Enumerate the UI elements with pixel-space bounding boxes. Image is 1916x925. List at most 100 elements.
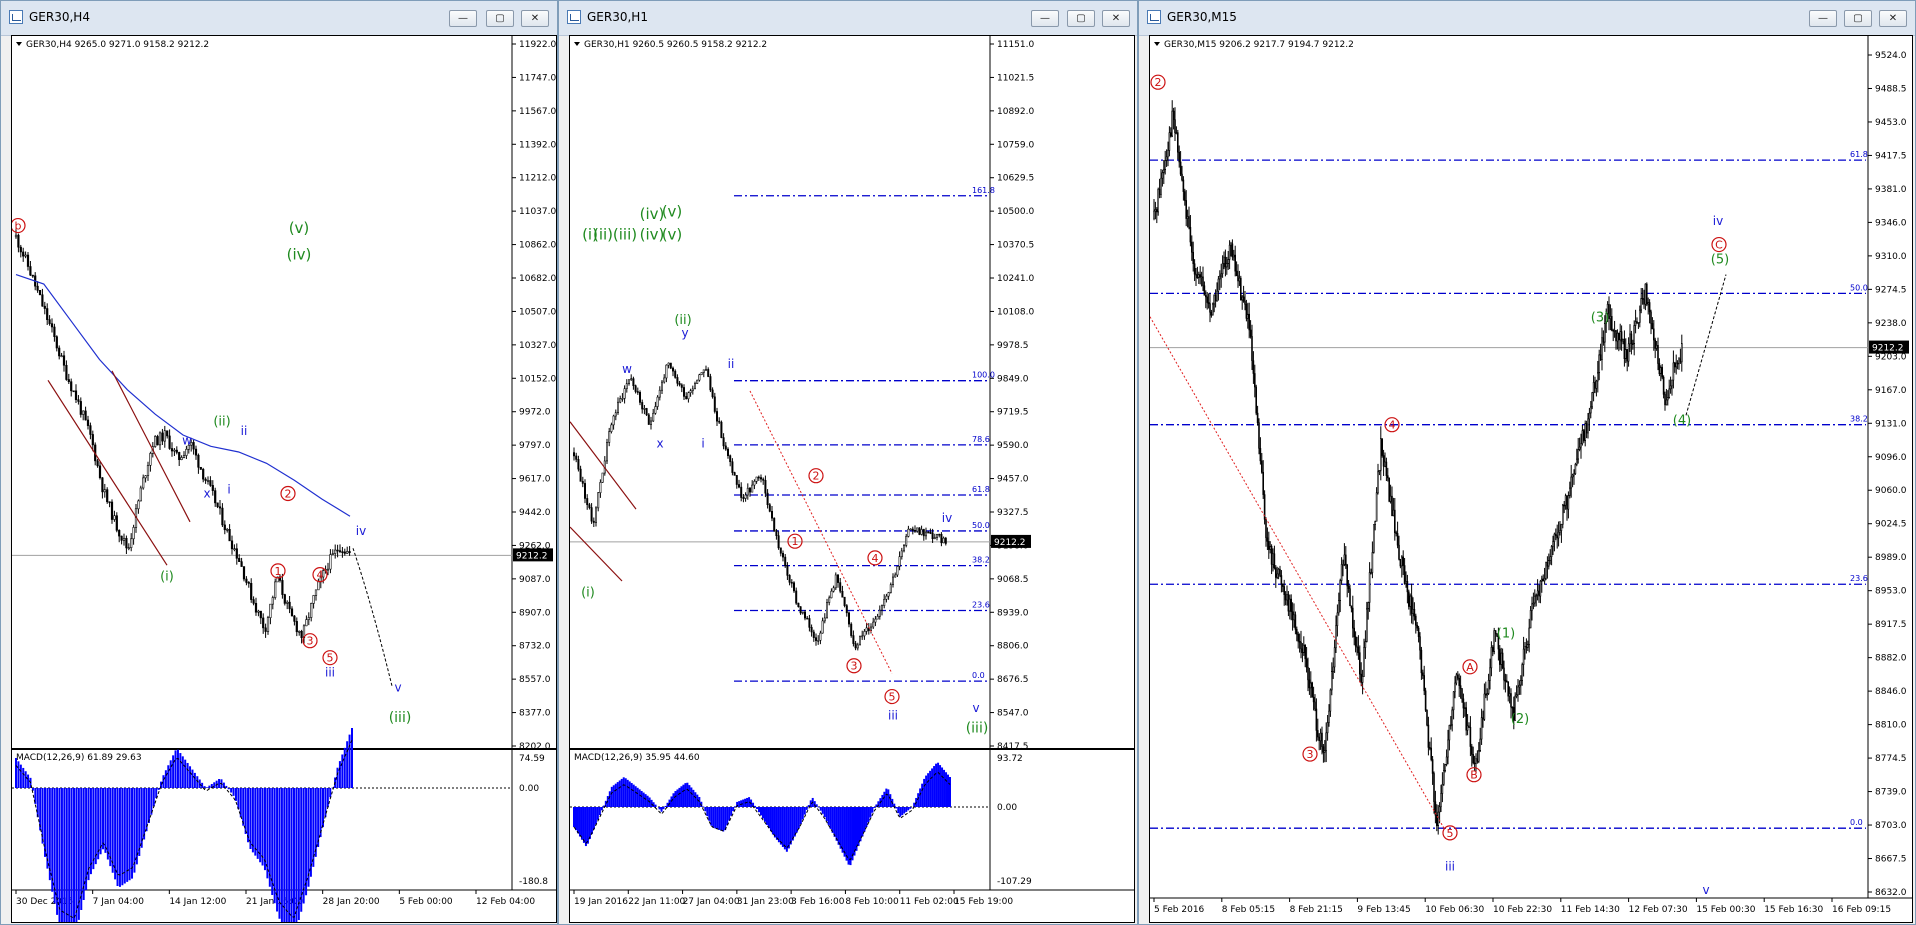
candle-body <box>1650 311 1652 324</box>
candle-body <box>1617 332 1620 341</box>
wave-label-v-top: (v) <box>662 202 683 220</box>
wave-label-v-blue: v <box>1702 883 1709 897</box>
candle-body <box>1370 572 1372 574</box>
maximize-button[interactable]: ▢ <box>1844 10 1872 27</box>
candle-body <box>1519 680 1522 686</box>
candle-body <box>1153 210 1155 219</box>
candle-body <box>166 430 169 437</box>
price-tick-label: 8667.5 <box>1875 855 1907 865</box>
close-button[interactable]: ✕ <box>1102 10 1130 27</box>
chart-header-text: GER30,H4 9265.0 9271.0 9158.2 9212.2 <box>26 40 209 50</box>
candle-body <box>718 420 721 423</box>
candle-body <box>1594 382 1596 389</box>
maximize-button[interactable]: ▢ <box>486 10 514 27</box>
candle-body <box>1634 321 1637 326</box>
candle-body <box>1424 690 1427 711</box>
price-chart-h1[interactable]: GER30,H1 9260.5 9260.5 9158.2 9212.2 1115… <box>569 35 1135 923</box>
candle-body <box>1307 667 1309 681</box>
candle-body <box>905 536 908 546</box>
candle-body <box>1419 636 1421 651</box>
candle-body <box>672 367 675 372</box>
candle-body <box>1560 524 1563 531</box>
time-tick-label: 5 Feb 00:00 <box>399 897 453 907</box>
price-tick-label: 9238.0 <box>1875 319 1907 329</box>
chart-window-m15[interactable]: GER30,M15 — ▢ ✕ GER30,M15 9206.2 9217.7 … <box>1138 0 1916 925</box>
candle-body <box>1270 546 1273 565</box>
candle-body <box>1470 746 1473 755</box>
candle-body <box>727 448 730 456</box>
candle-body <box>1163 169 1165 174</box>
candle-body <box>1609 316 1612 319</box>
candle-body <box>1364 641 1367 648</box>
candle-body <box>228 529 231 542</box>
candle-body <box>1381 438 1383 456</box>
window-titlebar[interactable]: GER30,H4 — ▢ ✕ <box>1 1 557 36</box>
wave-label-i-blue: i <box>701 436 704 450</box>
candle-body <box>101 477 104 493</box>
candle-body <box>1542 578 1545 582</box>
chart-canvas-m15[interactable]: GER30,M15 9206.2 9217.7 9194.7 9212.2 952… <box>1150 36 1912 922</box>
candle-body <box>1602 337 1605 343</box>
candle-body <box>1595 380 1598 389</box>
candle-body <box>1176 132 1179 153</box>
candle-body <box>702 369 705 373</box>
fib-level-label: 50.0 <box>1850 283 1868 292</box>
candle-body <box>1652 328 1655 341</box>
candle-body <box>1289 598 1291 612</box>
candle-body <box>683 387 686 397</box>
candle-body <box>91 434 94 446</box>
collapse-triangle-icon <box>574 42 580 46</box>
close-button[interactable]: ✕ <box>521 10 549 27</box>
candle-body <box>1219 275 1221 280</box>
candle-body <box>55 336 58 349</box>
candle-body <box>1645 283 1648 305</box>
candle-body <box>14 234 18 238</box>
candle-body <box>1178 151 1181 163</box>
price-tick-label: 8806.0 <box>997 642 1029 652</box>
candle-body <box>312 595 315 604</box>
minimize-button[interactable]: — <box>1809 10 1837 27</box>
price-chart-m15[interactable]: GER30,M15 9206.2 9217.7 9194.7 9212.2 952… <box>1149 35 1913 923</box>
chart-canvas-h1[interactable]: GER30,H1 9260.5 9260.5 9158.2 9212.2 1115… <box>570 36 1134 922</box>
candle-body <box>206 480 210 482</box>
candle-body <box>1211 303 1214 316</box>
candle-body <box>1671 379 1673 387</box>
candle-body <box>156 436 159 446</box>
maximize-button[interactable]: ▢ <box>1067 10 1095 27</box>
candle-body <box>841 590 844 598</box>
candle-body <box>314 589 318 596</box>
candle-body <box>636 391 639 393</box>
candle-body <box>146 465 150 476</box>
candle-body <box>295 621 298 633</box>
price-tick-label: 9524.0 <box>1875 51 1907 61</box>
candle-body <box>1402 556 1404 566</box>
candle-body <box>348 551 351 553</box>
candle-body <box>1622 338 1624 342</box>
candle-body <box>1521 664 1524 681</box>
chart-window-h4[interactable]: GER30,H4 — ▢ ✕ GER30,H4 9265.0 9271.0 91… <box>0 0 558 925</box>
candle-body <box>900 550 903 557</box>
chart-canvas-h4[interactable]: GER30,H4 9265.0 9271.0 9158.2 9212.2 1192… <box>12 36 556 922</box>
candle-body <box>1438 806 1441 813</box>
candle-body <box>132 527 135 540</box>
candle-body <box>575 455 578 460</box>
minimize-button[interactable]: — <box>1031 10 1059 27</box>
minimize-button[interactable]: — <box>449 10 477 27</box>
candle-body <box>1174 119 1176 134</box>
price-tick-label: 9453.0 <box>1875 118 1907 128</box>
candle-body <box>1484 693 1487 696</box>
price-tick-label: 9719.5 <box>997 408 1029 418</box>
candle-body <box>1213 294 1216 305</box>
close-button[interactable]: ✕ <box>1879 10 1907 27</box>
window-titlebar[interactable]: GER30,M15 — ▢ ✕ <box>1139 1 1915 36</box>
chart-window-h1[interactable]: GER30,H1 — ▢ ✕ GER30,H1 9260.5 9260.5 91… <box>558 0 1138 925</box>
wave-label-5: 5 <box>327 652 334 665</box>
candle-body <box>938 533 941 536</box>
candle-body <box>173 449 176 452</box>
window-titlebar[interactable]: GER30,H1 — ▢ ✕ <box>559 1 1137 36</box>
candle-body <box>170 448 174 452</box>
candle-body <box>894 574 897 578</box>
price-chart-h4[interactable]: GER30,H4 9265.0 9271.0 9158.2 9212.2 1192… <box>11 35 557 923</box>
candle-body <box>1235 270 1238 277</box>
candle-body <box>130 538 133 548</box>
